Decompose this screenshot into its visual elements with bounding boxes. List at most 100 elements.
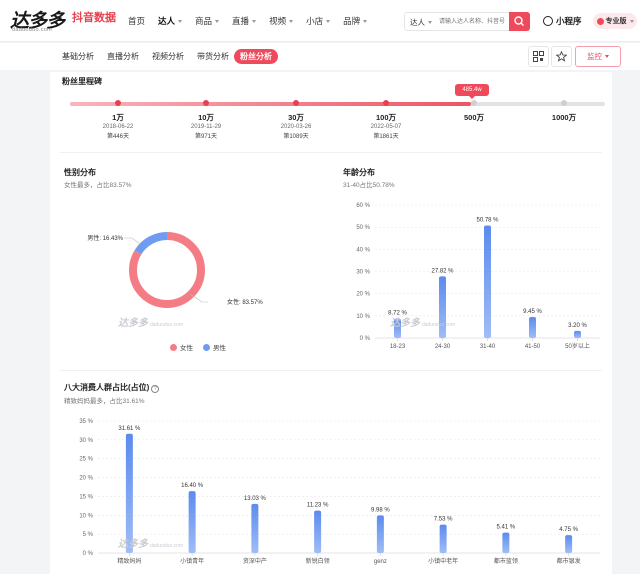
current-fans-bubble: 485.4w <box>455 84 489 99</box>
mini-program-link[interactable]: 小程序 <box>543 15 582 27</box>
section-divider <box>60 152 602 153</box>
chevron-down-icon <box>289 19 294 23</box>
nav-item-6[interactable]: 品牌 <box>343 15 368 27</box>
bar[interactable] <box>251 503 259 553</box>
pro-label: 专业版 <box>605 18 627 25</box>
fans-milestone: 粉丝里程碑 485.4w 1万 2018-06-22 第446天 10万 2019-11… <box>50 72 612 152</box>
gender-legend: 女性 男性 <box>170 342 236 352</box>
top-header: 达多多 抖音数据 daduoduo.com 首页 达人 商品 直播 视频 小店 品牌 达人 … <box>0 0 640 42</box>
nav-item-4[interactable]: 视频 <box>269 15 294 27</box>
sub-nav: 基础分析 直播分析 视频分析 带货分析 粉丝分析 监控 <box>0 43 640 70</box>
x-tick-label: 31-40 <box>480 344 496 350</box>
bar[interactable] <box>502 532 510 553</box>
bar[interactable] <box>314 510 322 553</box>
nav-item-label: 视频 <box>269 16 287 26</box>
legend-female-label: 女性 <box>180 345 193 352</box>
milestone-label: 1000万 <box>551 113 577 122</box>
bar-data-label: 50.78 % <box>476 217 499 223</box>
y-tick-label: 40 % <box>356 247 370 253</box>
logo[interactable]: 达多多 抖音数据 daduoduo.com <box>10 6 120 36</box>
bar[interactable] <box>574 330 581 338</box>
milestone-label: 1万 <box>112 113 124 122</box>
x-tick-label: 18-23 <box>390 344 406 350</box>
consumer-title-text: 八大消费人群占比(占位) <box>64 383 150 392</box>
search-icon <box>514 16 524 26</box>
milestone-dot <box>293 100 299 106</box>
y-tick-label: 30 % <box>79 438 93 444</box>
age-subtitle: 31-40占比50.78% <box>343 182 395 189</box>
nav-item-5[interactable]: 小店 <box>306 15 331 27</box>
x-tick-label: 41-50 <box>525 344 541 350</box>
bar[interactable] <box>529 317 536 338</box>
bar-data-label: 5.41 % <box>497 525 516 531</box>
y-tick-label: 50 % <box>356 225 370 231</box>
search-input[interactable] <box>439 15 509 29</box>
milestone-days: 第1089天 <box>283 134 309 140</box>
milestone-date: 2019-11-29 <box>190 124 222 130</box>
legend-male[interactable]: 男性 <box>203 342 226 352</box>
nav-item-2[interactable]: 商品 <box>195 15 220 27</box>
milestone-label: 500万 <box>463 113 484 122</box>
nav-item-label: 首页 <box>128 16 146 26</box>
y-tick-label: 30 % <box>356 270 370 276</box>
watermark: 达多多 daduoduo.com <box>390 314 455 329</box>
milestone-progress <box>70 102 472 106</box>
nav-item-label: 小店 <box>306 16 324 26</box>
mini-program-icon <box>543 16 553 26</box>
watermark-sub: daduoduo.com <box>422 322 456 328</box>
bar[interactable] <box>439 524 447 553</box>
y-tick-label: 25 % <box>79 457 93 463</box>
x-tick-label: 都市银发 <box>557 557 581 565</box>
search-type-select[interactable]: 达人 <box>410 17 432 28</box>
age-title: 年龄分布 <box>343 168 375 177</box>
bar-data-label: 4.75 % <box>559 527 578 533</box>
main-nav: 首页 达人 商品 直播 视频 小店 品牌 <box>128 0 380 42</box>
bar[interactable] <box>188 491 196 553</box>
mini-program-label: 小程序 <box>556 16 582 26</box>
favorite-button[interactable] <box>551 46 572 67</box>
milestone-date: 2020-03-26 <box>280 124 312 130</box>
bar-data-label: 31.61 % <box>118 426 141 432</box>
pro-version-badge[interactable]: 专业版 <box>593 13 637 29</box>
bar[interactable] <box>376 515 384 553</box>
female-dot-icon <box>170 343 177 351</box>
chevron-down-icon <box>178 19 183 23</box>
bar[interactable] <box>565 535 573 553</box>
bar-data-label: 9.45 % <box>523 309 542 315</box>
monitor-button[interactable]: 监控 <box>575 46 621 67</box>
y-tick-label: 0 % <box>360 336 371 342</box>
milestone-days: 第1861天 <box>373 134 399 140</box>
tab-live[interactable]: 直播分析 <box>107 49 139 64</box>
x-tick-label: 小镇中老年 <box>428 557 458 565</box>
y-tick-label: 10 % <box>356 314 370 320</box>
watermark: 达多多 daduoduo.com <box>118 314 183 329</box>
male-dot-icon <box>203 343 210 351</box>
help-icon[interactable]: ? <box>151 385 160 393</box>
watermark-main: 达多多 <box>118 318 148 329</box>
milestone-label: 100万 <box>375 113 396 122</box>
tab-sales[interactable]: 带货分析 <box>197 49 229 64</box>
milestone-label: 30万 <box>288 113 304 122</box>
legend-male-label: 男性 <box>213 345 226 352</box>
nav-item-0[interactable]: 首页 <box>128 15 145 27</box>
tab-fans[interactable]: 粉丝分析 <box>234 49 278 64</box>
tab-video[interactable]: 视频分析 <box>152 49 184 64</box>
nav-item-1[interactable]: 达人 <box>158 15 183 27</box>
chevron-down-icon <box>252 19 257 23</box>
milestone-days: 第971天 <box>194 134 217 140</box>
search-button[interactable] <box>509 12 530 31</box>
nav-item-3[interactable]: 直播 <box>232 15 257 27</box>
female-data-label: 女性: 83.57% <box>227 298 263 306</box>
nav-item-label: 达人 <box>158 16 176 26</box>
chevron-down-icon <box>428 21 432 24</box>
qrcode-button[interactable] <box>528 46 549 67</box>
tab-basic[interactable]: 基础分析 <box>62 49 94 64</box>
bar-data-label: 27.82 % <box>431 268 454 274</box>
y-tick-label: 60 % <box>356 203 370 209</box>
legend-female[interactable]: 女性 <box>170 342 193 352</box>
x-tick-label: genz <box>374 559 387 565</box>
age-bar-chart: 0 %10 %20 %30 %40 %50 %60 %8.72 %18-2327… <box>356 203 600 350</box>
bar-data-label: 3.20 % <box>568 323 587 329</box>
x-tick-label: 50岁以上 <box>565 342 590 350</box>
bar[interactable] <box>484 225 491 338</box>
